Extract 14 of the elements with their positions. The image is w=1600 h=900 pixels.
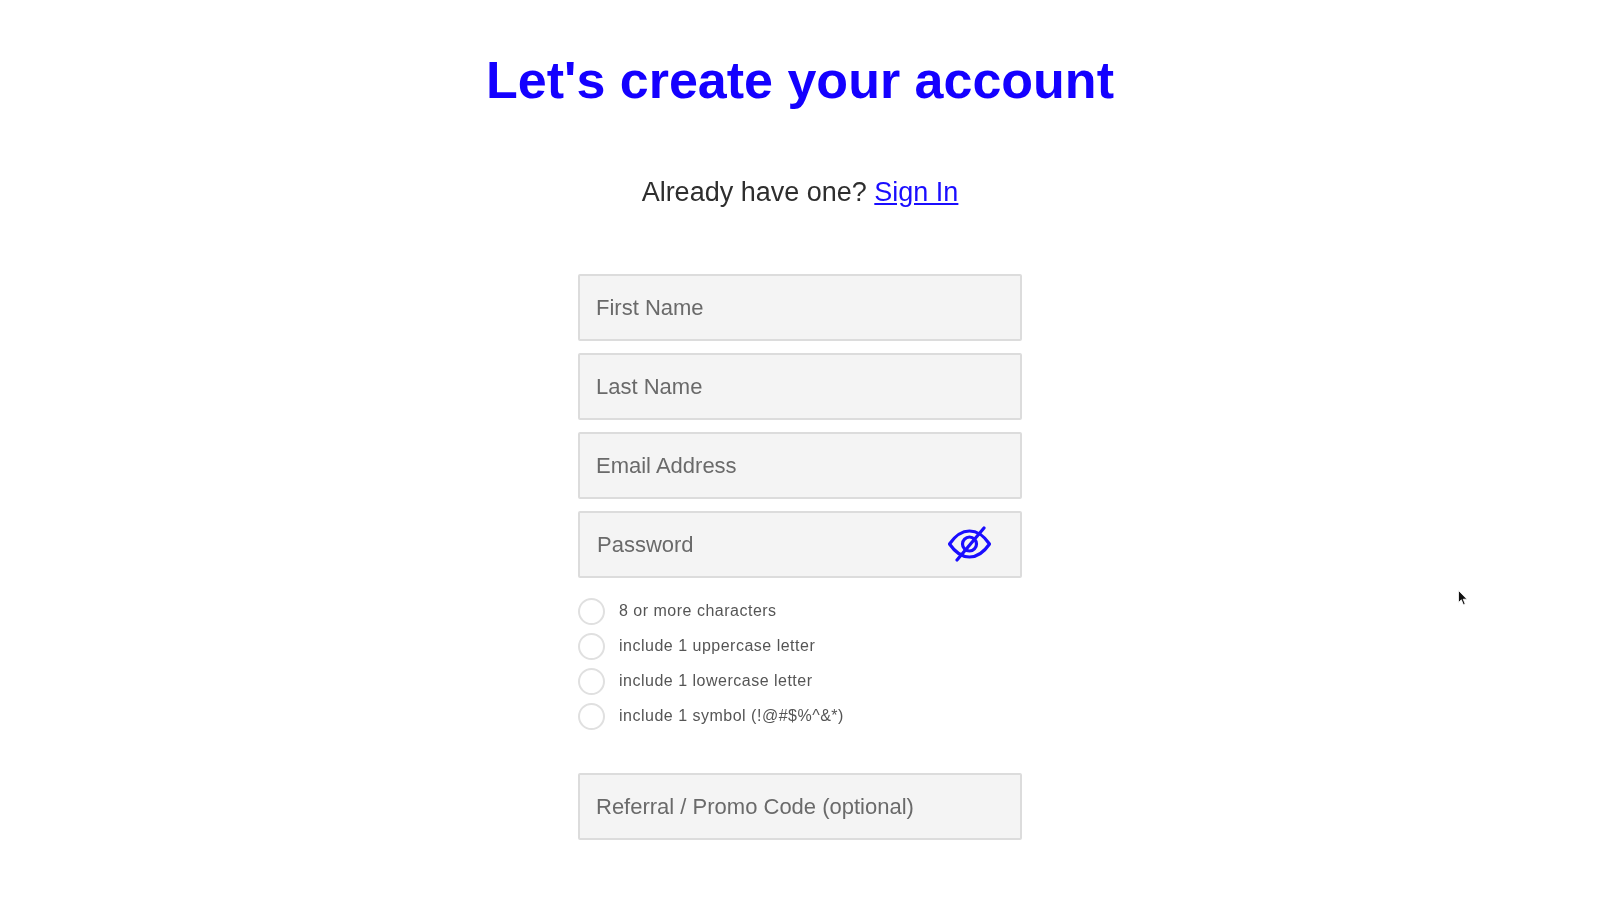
password-rule-text: 8 or more characters — [619, 602, 777, 620]
text-input-field[interactable]: Last Name — [578, 353, 1022, 420]
password-rule-text: include 1 lowercase letter — [619, 672, 813, 690]
sign-in-link[interactable]: Sign In — [874, 177, 959, 207]
eye-slash-icon[interactable] — [947, 526, 992, 562]
promo-code-field[interactable]: Referral / Promo Code (optional) — [578, 773, 1022, 840]
page-title: Let's create your account — [486, 50, 1114, 111]
password-rule-text: include 1 symbol (!@#$%^&*) — [619, 707, 844, 725]
password-rule-text: include 1 uppercase letter — [619, 637, 816, 655]
password-field[interactable]: Password — [578, 511, 1022, 578]
sign-in-prompt: Already have one? Sign In — [641, 176, 959, 208]
text-input-field[interactable]: First Name — [578, 274, 1022, 341]
mouse-pointer-icon — [1458, 590, 1468, 606]
text-input-field[interactable]: Email Address — [578, 432, 1022, 499]
